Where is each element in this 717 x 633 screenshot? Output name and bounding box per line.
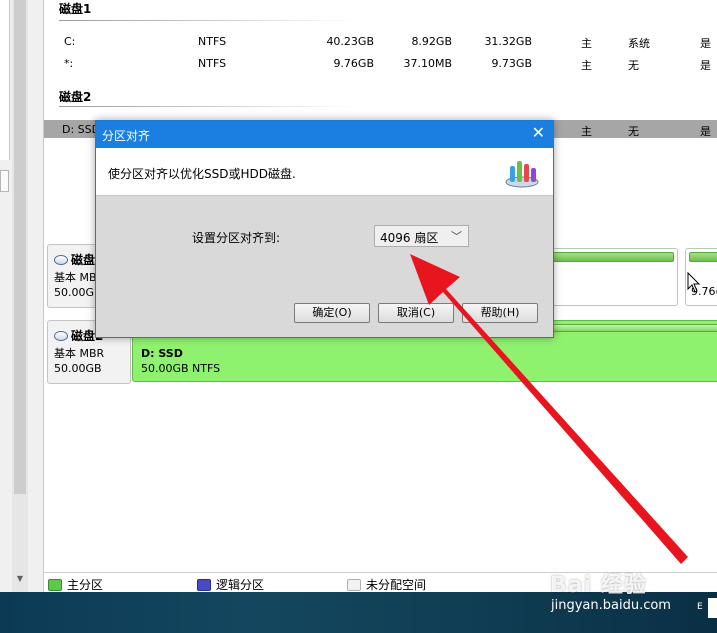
legend-label: 逻辑分区 bbox=[216, 578, 265, 592]
dialog-titlebar[interactable]: 分区对齐 ✕ bbox=[96, 121, 553, 148]
help-button[interactable]: 帮助(H) bbox=[462, 303, 538, 323]
free-space: 31.32GB bbox=[484, 35, 532, 48]
partition-status: 系统 bbox=[628, 37, 650, 50]
primary-swatch-icon bbox=[48, 578, 62, 591]
dialog-title: 分区对齐 bbox=[102, 129, 151, 143]
align-sector-value: 4096 扇区 bbox=[380, 231, 439, 245]
show-desktop-button[interactable] bbox=[708, 598, 717, 618]
partition-type: 主 bbox=[581, 59, 592, 72]
partition-name: C: bbox=[64, 35, 76, 48]
collapse-tab[interactable] bbox=[0, 170, 9, 192]
dialog-header: 使分区对齐以优化SSD或HDD磁盘. bbox=[96, 148, 553, 196]
capacity: 40.23GB bbox=[326, 35, 374, 48]
align-sector-select[interactable]: 4096 扇区 ﹀ bbox=[374, 225, 469, 247]
partition-usage-bar bbox=[689, 252, 717, 262]
table-row[interactable]: *: NTFS 9.76GB 37.10MB 9.73GB 主 无 是 bbox=[44, 54, 717, 72]
disk2-divider bbox=[59, 106, 359, 107]
file-system: NTFS bbox=[198, 35, 227, 48]
partition-subtitle: 50.00GB NTFS bbox=[141, 362, 221, 375]
partition-type: 主 bbox=[581, 37, 592, 50]
capacity: 9.76GB bbox=[333, 57, 374, 70]
free-space: 9.73GB bbox=[491, 57, 532, 70]
disk2-card-kind: 基本 MBR bbox=[54, 347, 105, 360]
disk-align-icon bbox=[505, 161, 539, 188]
disk2-header: 磁盘2 bbox=[59, 90, 92, 104]
disk2-card-size: 50.00GB bbox=[54, 362, 102, 375]
legend-logical: 逻辑分区 bbox=[197, 576, 264, 593]
mouse-cursor-icon bbox=[687, 272, 701, 293]
disk-icon bbox=[54, 254, 68, 265]
partition-type: 主 bbox=[581, 125, 592, 138]
legend-label: 未分配空间 bbox=[366, 578, 427, 592]
partition-active: 是 bbox=[700, 125, 711, 138]
legend-primary: 主分区 bbox=[48, 576, 103, 593]
cancel-button[interactable]: 取消(C) bbox=[378, 303, 454, 323]
partition-name: *: bbox=[64, 57, 74, 70]
partition-align-dialog: 分区对齐 ✕ 使分区对齐以优化SSD或HDD磁盘. 设置分区对齐到: 4096 … bbox=[95, 120, 554, 338]
disk1-header: 磁盘1 bbox=[59, 2, 92, 16]
ok-button[interactable]: 确定(O) bbox=[294, 303, 370, 323]
chevron-down-icon: ﹀ bbox=[451, 230, 462, 243]
partition-status: 无 bbox=[628, 125, 639, 138]
disk-icon bbox=[54, 330, 68, 341]
dialog-description: 使分区对齐以优化SSD或HDD磁盘. bbox=[108, 167, 296, 181]
watermark-url: jingyan.baidu.com bbox=[551, 598, 671, 613]
align-setting-label: 设置分区对齐到: bbox=[192, 231, 281, 245]
close-icon[interactable]: ✕ bbox=[532, 124, 545, 142]
used-space: 37.10MB bbox=[403, 57, 452, 70]
table-row[interactable]: C: NTFS 40.23GB 8.92GB 31.32GB 主 系统 是 bbox=[44, 32, 717, 50]
file-system: NTFS bbox=[198, 57, 227, 70]
partition-active: 是 bbox=[700, 37, 711, 50]
legend-label: 主分区 bbox=[67, 578, 104, 592]
tray-input-indicator[interactable]: E bbox=[697, 602, 703, 612]
partition-active: 是 bbox=[700, 59, 711, 72]
partition-status: 无 bbox=[628, 59, 639, 72]
watermark-logo: Bai 经验 bbox=[550, 573, 647, 598]
side-panel-edge bbox=[0, 0, 10, 160]
disk1-divider bbox=[59, 20, 359, 21]
logical-swatch-icon bbox=[197, 578, 211, 591]
unallocated-swatch-icon bbox=[347, 578, 361, 591]
scroll-down-arrow-icon[interactable]: ▼ bbox=[14, 572, 26, 586]
left-panel-strip: ▼ bbox=[0, 0, 42, 592]
legend-unallocated: 未分配空间 bbox=[347, 576, 426, 593]
scrollbar-thumb[interactable] bbox=[14, 0, 26, 494]
used-space: 8.92GB bbox=[411, 35, 452, 48]
partition-title: D: SSD bbox=[141, 347, 183, 360]
